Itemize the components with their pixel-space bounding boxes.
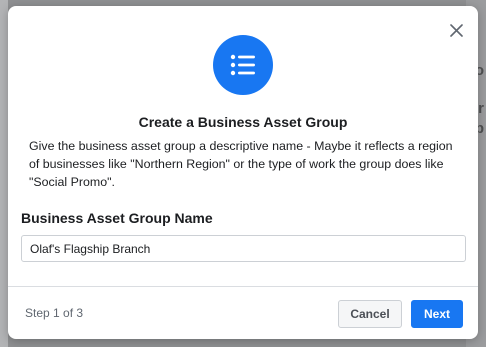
list-icon-badge	[213, 35, 273, 95]
footer-divider	[8, 286, 478, 287]
dialog-title: Create a Business Asset Group	[138, 114, 348, 130]
group-name-input[interactable]	[21, 235, 466, 262]
dialog-description: Give the business asset group a descript…	[29, 139, 453, 189]
background-text: r	[478, 100, 484, 117]
create-asset-group-dialog: Create a Business Asset Group Give the b…	[8, 6, 478, 339]
close-button[interactable]	[444, 18, 468, 42]
list-icon	[230, 54, 255, 76]
next-button[interactable]: Next	[411, 300, 463, 328]
close-icon	[449, 23, 463, 37]
group-name-label: Business Asset Group Name	[21, 210, 213, 226]
step-indicator: Step 1 of 3	[25, 306, 84, 320]
background-left-strip	[0, 0, 8, 347]
cancel-button[interactable]: Cancel	[338, 300, 402, 328]
